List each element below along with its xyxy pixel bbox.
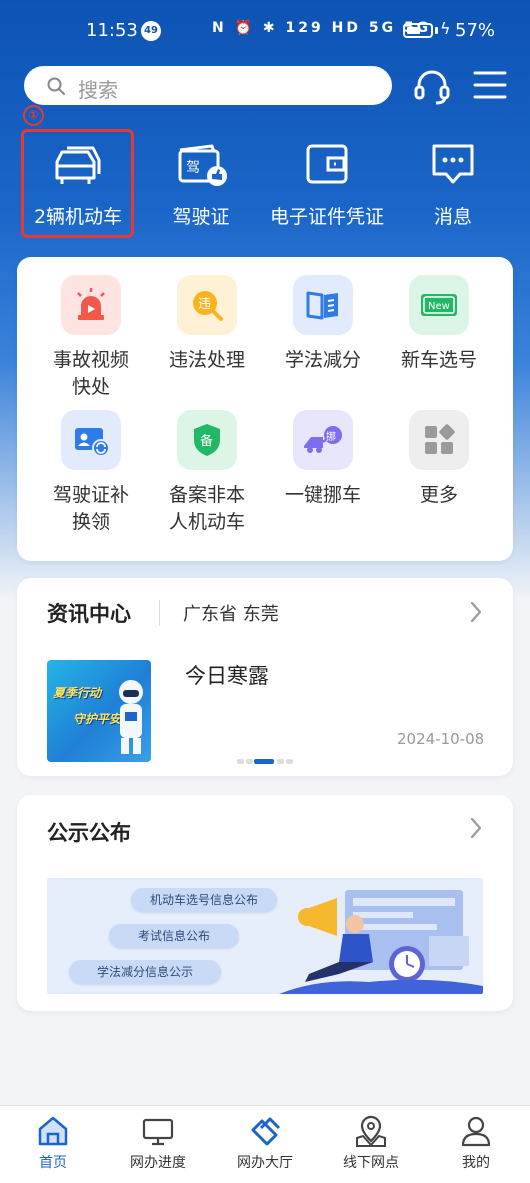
quick-action-label: 驾驶证: [172, 206, 230, 228]
svg-text:驾: 驾: [186, 160, 200, 176]
license-icon: 驾: [178, 144, 227, 186]
monitor-icon: [142, 1118, 174, 1146]
net-speed: 129: [285, 20, 324, 36]
notification-badge: 49: [141, 21, 161, 41]
message-icon: [432, 144, 474, 184]
service-label: 驾驶证补: [52, 484, 129, 506]
search-input[interactable]: 搜索: [24, 66, 392, 105]
status-indicator-icons: N ⏰ ✱ 129 HD 5G 5G: [212, 20, 432, 36]
nav-label: 线下网点: [343, 1155, 399, 1171]
chevron-right-icon[interactable]: [469, 817, 483, 839]
user-icon: [461, 1116, 491, 1147]
news-date: 2024-10-08: [397, 730, 485, 748]
quick-action-e-certificate[interactable]: 电子证件凭证: [264, 138, 390, 234]
services-panel: 事故视频 快处 违 违法处理 学法减分 New 新车选号 驾驶证补 换领 备 备…: [17, 257, 513, 561]
thumbnail-text: 夏季行动: [53, 686, 102, 700]
service-label: 事故视频: [52, 349, 129, 371]
notice-banner[interactable]: 机动车选号信息公布 考试信息公布 学法减分信息公示: [47, 878, 483, 994]
service-license-renewal[interactable]: 驾驶证补 换领: [33, 410, 149, 536]
tow-glyph: 挪: [326, 430, 336, 443]
nav-label: 网办进度: [130, 1155, 186, 1171]
battery-percent: 57%: [455, 20, 496, 41]
status-bar: 11:53 49 N ⏰ ✱ 129 HD 5G 5G ϟ 57%: [0, 0, 530, 60]
news-thumbnail[interactable]: 夏季行动 守护平安: [47, 660, 151, 762]
notice-title: 公示公布: [47, 821, 131, 845]
notice-panel: 公示公布 机动车选号信息公布 考试信息公布 学法减分信息公示: [17, 795, 513, 1011]
shield-glyph: 备: [200, 433, 213, 449]
announcement-illustration-icon: [279, 890, 483, 994]
quick-action-label: 电子证件凭证: [269, 206, 384, 228]
nav-progress[interactable]: 网办进度: [113, 1106, 203, 1183]
service-violation[interactable]: 违 违法处理: [149, 275, 265, 374]
news-title: 资讯中心: [47, 602, 131, 626]
more-icon: [409, 410, 469, 470]
quick-action-vehicles[interactable]: 2辆机动车: [15, 138, 141, 234]
nav-home[interactable]: 首页: [8, 1106, 98, 1183]
shield-icon: 备: [177, 410, 237, 470]
service-label: 新车选号: [400, 349, 477, 371]
violation-glyph: 违: [198, 297, 211, 312]
alarm-icon: [61, 275, 121, 335]
service-label: 更多: [419, 484, 458, 506]
notice-pill[interactable]: 学法减分信息公示: [69, 960, 221, 984]
service-label: 快处: [71, 376, 110, 398]
nav-label: 首页: [39, 1155, 67, 1171]
region-selector[interactable]: 广东省 东莞: [183, 600, 279, 626]
notice-pill[interactable]: 考试信息公布: [109, 924, 239, 948]
quick-action-label: 消息: [433, 206, 472, 228]
tow-truck-icon: 挪: [293, 410, 353, 470]
location-icon: [356, 1115, 386, 1147]
news-headline[interactable]: 今日寒露: [185, 660, 269, 690]
chevron-right-icon[interactable]: [469, 601, 483, 623]
mascot-icon: [119, 680, 143, 754]
new-plate-icon: New: [409, 275, 469, 335]
service-register-vehicle[interactable]: 备 备案非本人机动车: [149, 410, 265, 536]
license-card-icon: [61, 410, 121, 470]
nav-label: 网办大厅: [237, 1155, 293, 1171]
status-time: 11:53: [86, 20, 138, 41]
bottom-nav: 首页 网办进度 网办大厅 线下网点 我的: [0, 1105, 530, 1183]
nav-label: 我的: [462, 1155, 490, 1171]
service-label: 换领: [71, 511, 110, 533]
battery-icon: [403, 23, 433, 38]
service-accident-video[interactable]: 事故视频 快处: [33, 275, 149, 401]
violation-icon: 违: [177, 275, 237, 335]
service-label: 学法减分: [284, 349, 361, 371]
service-label: 备案非本: [168, 484, 245, 506]
service-move-car[interactable]: 挪 一键挪车: [265, 410, 381, 509]
service-more[interactable]: 更多: [381, 410, 497, 509]
service-label: 一键挪车: [284, 484, 361, 506]
search-icon: [47, 77, 65, 95]
nav-hall[interactable]: 网办大厅: [220, 1106, 310, 1183]
divider: [159, 600, 160, 626]
hall-icon: [251, 1117, 281, 1146]
nav-profile[interactable]: 我的: [431, 1106, 521, 1183]
home-icon: [38, 1116, 68, 1146]
service-study-points[interactable]: 学法减分: [265, 275, 381, 374]
carousel-indicator: [237, 759, 297, 765]
headset-icon[interactable]: [412, 66, 452, 106]
nav-offline-sites[interactable]: 线下网点: [326, 1106, 416, 1183]
search-placeholder: 搜索: [78, 78, 118, 102]
quick-action-messages[interactable]: 消息: [390, 138, 516, 234]
cars-icon: [55, 146, 101, 184]
notice-pill[interactable]: 机动车选号信息公布: [131, 888, 277, 912]
book-icon: [293, 275, 353, 335]
wallet-icon: [306, 144, 348, 184]
menu-icon[interactable]: [472, 68, 508, 102]
news-panel: 资讯中心 广东省 东莞 夏季行动 守护平安 今日寒露 2024-10-08: [17, 578, 513, 776]
annotation-marker: ①: [23, 105, 44, 126]
service-label: 违法处理: [168, 349, 245, 371]
quick-action-label: 2辆机动车: [33, 206, 123, 228]
charging-icon: ϟ: [440, 19, 451, 38]
new-plate-glyph: New: [428, 301, 450, 312]
service-new-plate[interactable]: New 新车选号: [381, 275, 497, 374]
quick-action-license[interactable]: 驾 驾驶证: [138, 138, 264, 234]
service-label: 人机动车: [168, 511, 245, 533]
